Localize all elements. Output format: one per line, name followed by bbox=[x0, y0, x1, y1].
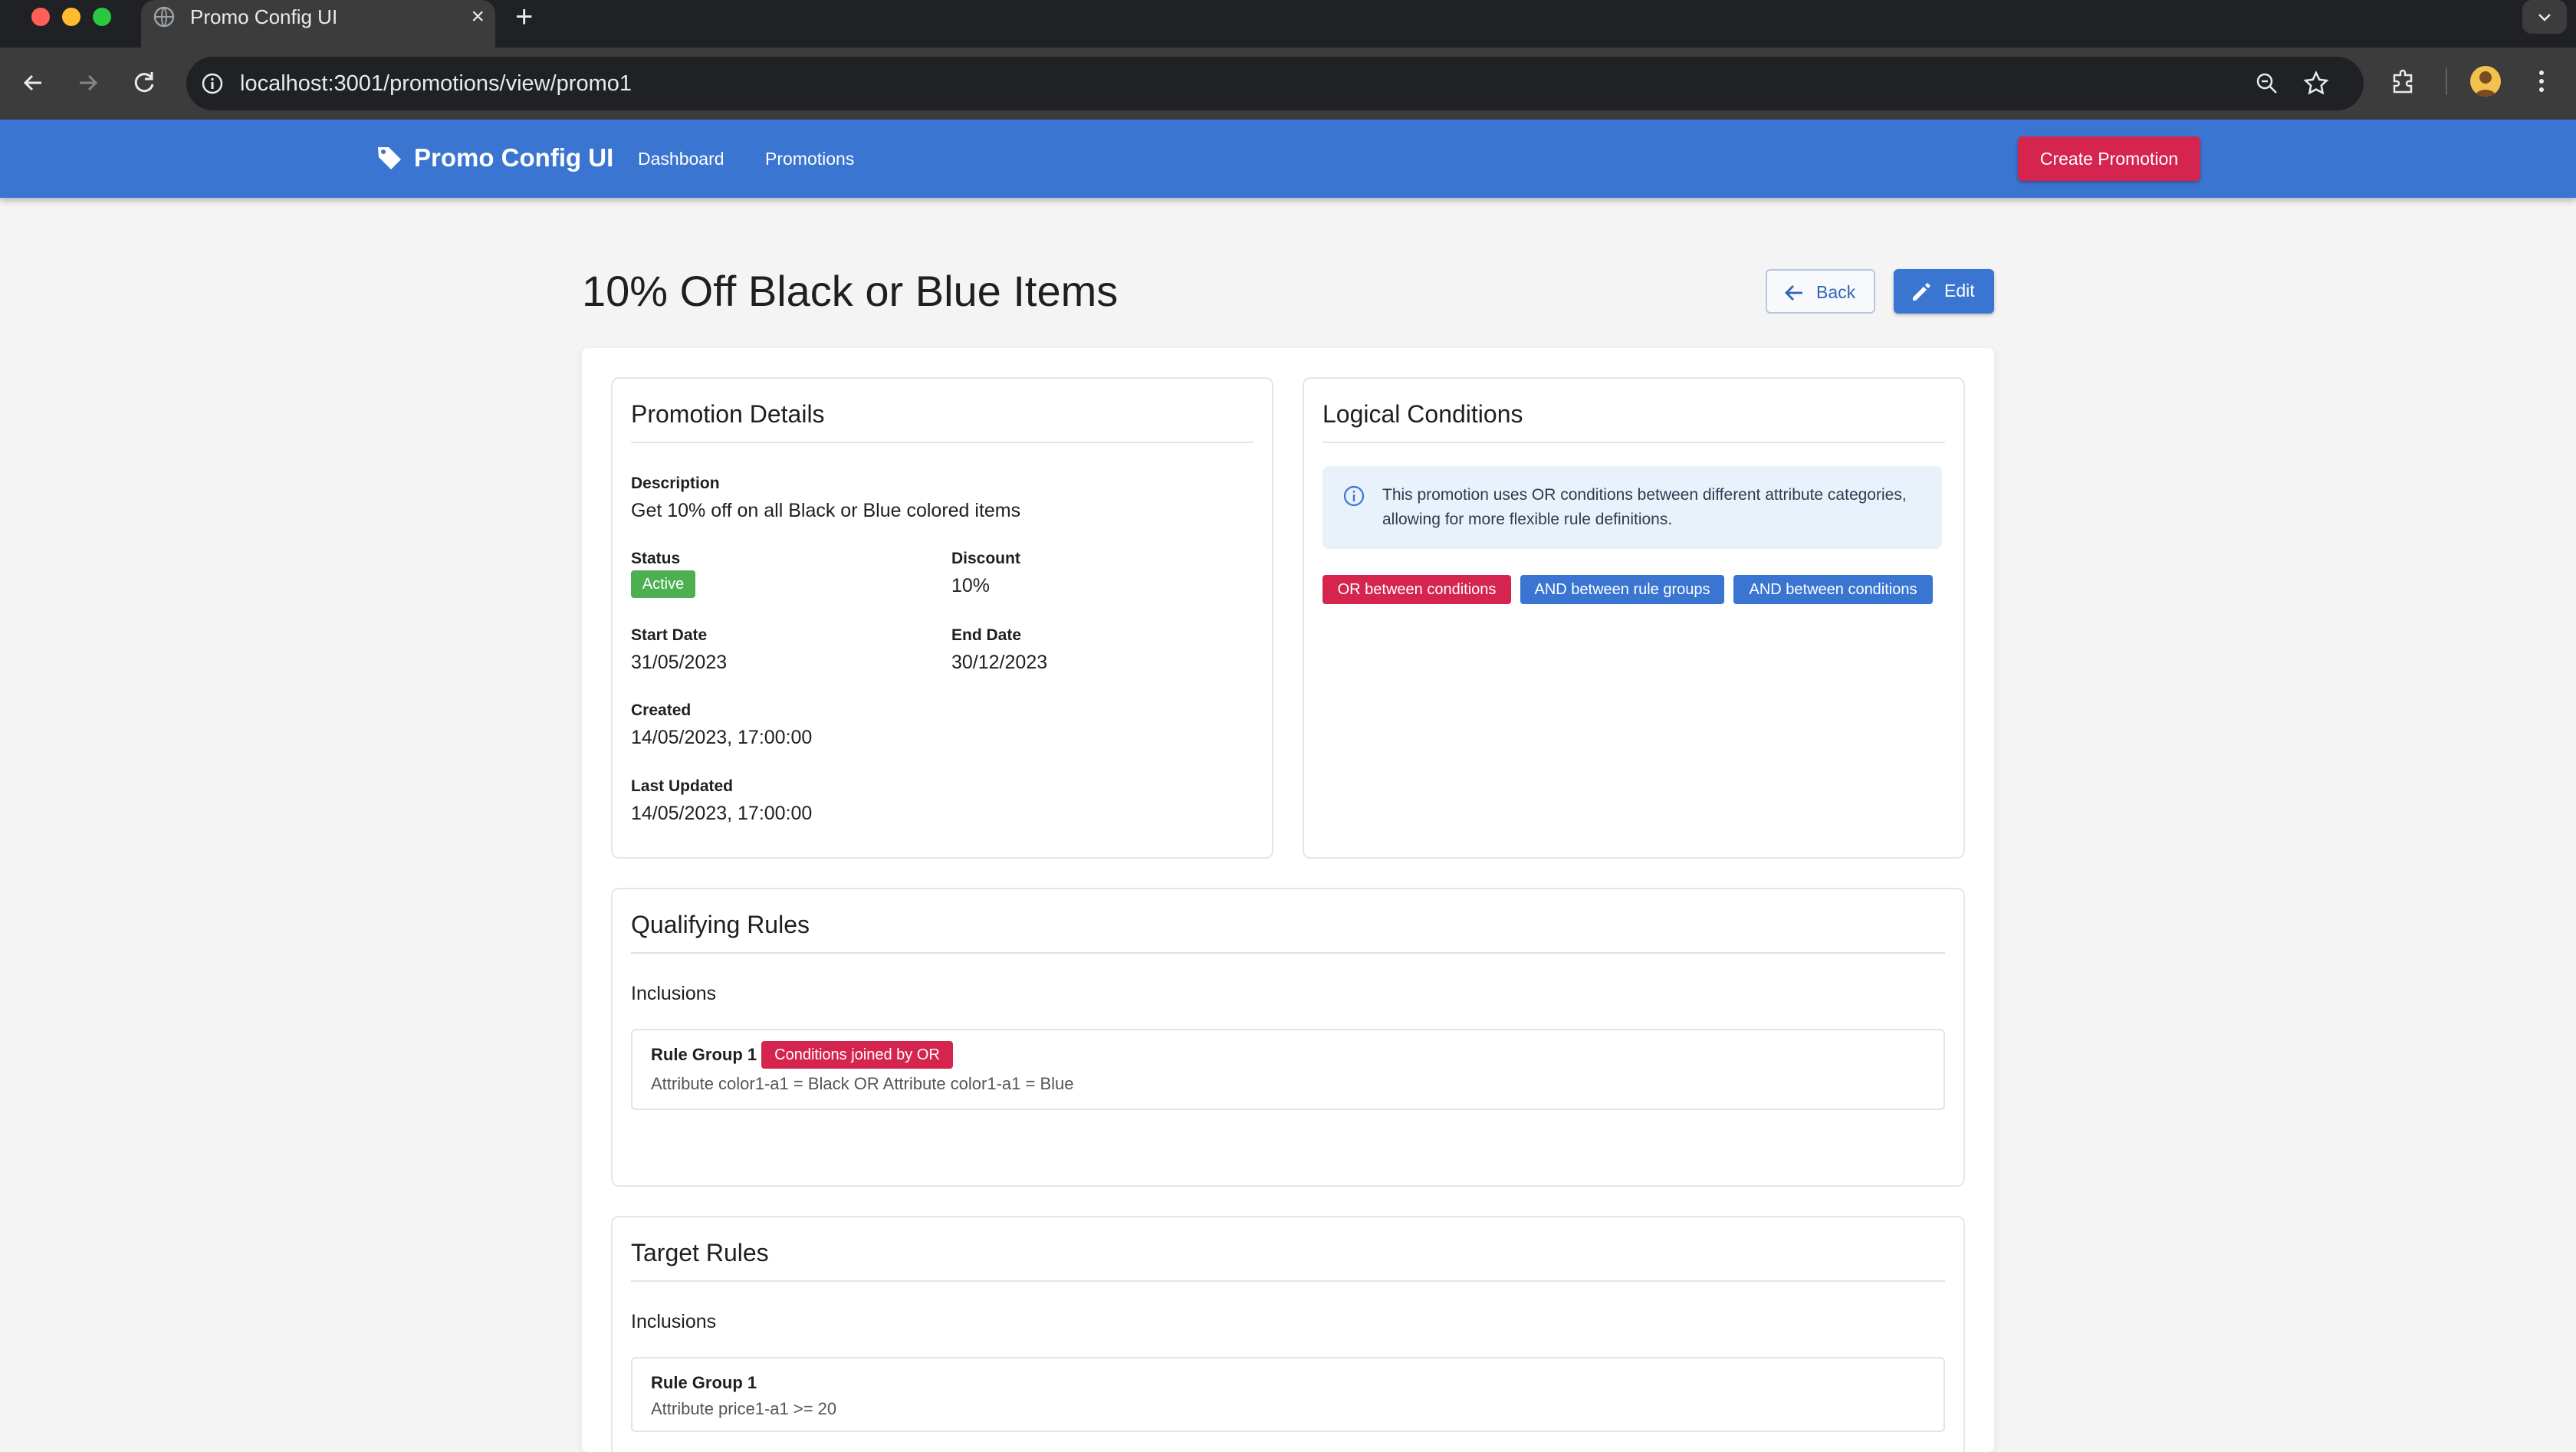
forward-arrow-icon[interactable] bbox=[72, 67, 103, 98]
tab-close-icon[interactable]: × bbox=[471, 5, 485, 29]
end-date-label: End Date bbox=[951, 626, 1022, 644]
back-button[interactable]: Back bbox=[1766, 269, 1875, 314]
rule-group: Rule Group 1 Attribute price1-a1 >= 20 bbox=[631, 1357, 1945, 1432]
last-updated-value: 14/05/2023, 17:00:00 bbox=[631, 803, 813, 824]
target-rules-card: Target Rules Inclusions Rule Group 1 Att… bbox=[611, 1216, 1965, 1452]
discount-label: Discount bbox=[951, 550, 1020, 567]
status-badge: Active bbox=[631, 570, 695, 598]
more-vertical-icon[interactable] bbox=[2532, 67, 2551, 95]
nav-promotions[interactable]: Promotions bbox=[765, 147, 854, 170]
rule-group-title: Rule Group 1 bbox=[651, 1373, 757, 1392]
status-label: Status bbox=[631, 550, 681, 567]
target-rules-heading: Target Rules bbox=[631, 1239, 769, 1266]
and-between-rule-groups-chip: AND between rule groups bbox=[1520, 575, 1724, 604]
edit-button[interactable]: Edit bbox=[1894, 269, 1994, 314]
promotion-view-container: Promotion Details Description Get 10% of… bbox=[582, 348, 1994, 1452]
tag-icon bbox=[378, 147, 401, 169]
last-updated-label: Last Updated bbox=[631, 777, 734, 795]
address-bar[interactable]: localhost:3001/promotions/view/promo1 bbox=[186, 57, 2364, 110]
qualifying-rules-card: Qualifying Rules Inclusions Rule Group 1… bbox=[611, 888, 1965, 1187]
window-close-button[interactable] bbox=[31, 8, 50, 26]
divider bbox=[631, 442, 1254, 443]
edit-button-label: Edit bbox=[1944, 281, 1975, 301]
pencil-icon bbox=[1913, 283, 1930, 301]
info-alert: This promotion uses OR conditions betwee… bbox=[1322, 466, 1942, 549]
tab-search-button[interactable] bbox=[2522, 0, 2567, 34]
window-maximize-button[interactable] bbox=[93, 8, 111, 26]
description-label: Description bbox=[631, 475, 720, 492]
info-icon bbox=[1343, 485, 1365, 507]
zoom-icon[interactable] bbox=[2255, 71, 2279, 96]
avatar-icon bbox=[2475, 71, 2496, 97]
description-value: Get 10% off on all Black or Blue colored… bbox=[631, 500, 1021, 521]
reload-icon[interactable] bbox=[129, 67, 159, 98]
conditions-joined-chip: Conditions joined by OR bbox=[761, 1041, 953, 1069]
rule-group-title: Rule Group 1 bbox=[651, 1045, 757, 1064]
extensions-puzzle-icon[interactable] bbox=[2388, 66, 2419, 97]
browser-toolbar: localhost:3001/promotions/view/promo1 bbox=[0, 48, 2576, 120]
app-header: Promo Config UI Dashboard Promotions Cre… bbox=[0, 120, 2576, 198]
divider bbox=[631, 952, 1945, 954]
browser-tab[interactable]: Promo Config UI × bbox=[141, 0, 495, 48]
create-promotion-button[interactable]: Create Promotion bbox=[2018, 136, 2200, 181]
bookmark-star-icon[interactable] bbox=[2302, 70, 2330, 97]
start-date-label: Start Date bbox=[631, 626, 708, 644]
nav-dashboard[interactable]: Dashboard bbox=[638, 147, 724, 170]
inclusions-heading: Inclusions bbox=[631, 1311, 717, 1332]
logical-conditions-heading: Logical Conditions bbox=[1322, 400, 1523, 428]
rule-expression: Attribute price1-a1 >= 20 bbox=[651, 1399, 837, 1418]
chevron-down-icon bbox=[2538, 14, 2551, 21]
arrow-left-icon bbox=[1785, 285, 1802, 301]
created-label: Created bbox=[631, 701, 692, 719]
qualifying-rules-heading: Qualifying Rules bbox=[631, 911, 810, 938]
divider bbox=[631, 1280, 1945, 1282]
back-arrow-icon[interactable] bbox=[18, 67, 49, 98]
promotion-details-heading: Promotion Details bbox=[631, 400, 825, 428]
or-between-conditions-chip: OR between conditions bbox=[1322, 575, 1511, 604]
and-between-conditions-chip: AND between conditions bbox=[1733, 575, 1933, 604]
start-date-value: 31/05/2023 bbox=[631, 652, 728, 673]
rule-group: Rule Group 1 Conditions joined by OR Att… bbox=[631, 1029, 1945, 1110]
end-date-value: 30/12/2023 bbox=[951, 652, 1048, 673]
discount-value: 10% bbox=[951, 575, 991, 596]
globe-icon bbox=[153, 6, 175, 28]
url-text[interactable]: localhost:3001/promotions/view/promo1 bbox=[240, 70, 632, 97]
rule-expression: Attribute color1-a1 = Black OR Attribute… bbox=[651, 1074, 1074, 1093]
tab-title: Promo Config UI bbox=[190, 5, 338, 28]
promotion-details-card: Promotion Details Description Get 10% of… bbox=[611, 377, 1273, 859]
window-minimize-button[interactable] bbox=[62, 8, 80, 26]
back-button-label: Back bbox=[1816, 282, 1856, 302]
browser-tab-strip: Promo Config UI × + bbox=[0, 0, 2576, 48]
logical-conditions-card: Logical Conditions This promotion uses O… bbox=[1303, 377, 1965, 859]
page-title: 10% Off Black or Blue Items bbox=[582, 267, 1119, 315]
toolbar-divider bbox=[2446, 67, 2447, 95]
info-alert-text: This promotion uses OR conditions betwee… bbox=[1382, 486, 1907, 528]
created-value: 14/05/2023, 17:00:00 bbox=[631, 727, 813, 748]
inclusions-heading: Inclusions bbox=[631, 983, 717, 1004]
divider bbox=[1322, 442, 1945, 443]
app-brand[interactable]: Promo Config UI bbox=[414, 143, 613, 173]
new-tab-button[interactable]: + bbox=[515, 2, 533, 32]
profile-avatar[interactable] bbox=[2470, 66, 2501, 97]
site-info-icon[interactable] bbox=[200, 71, 225, 96]
